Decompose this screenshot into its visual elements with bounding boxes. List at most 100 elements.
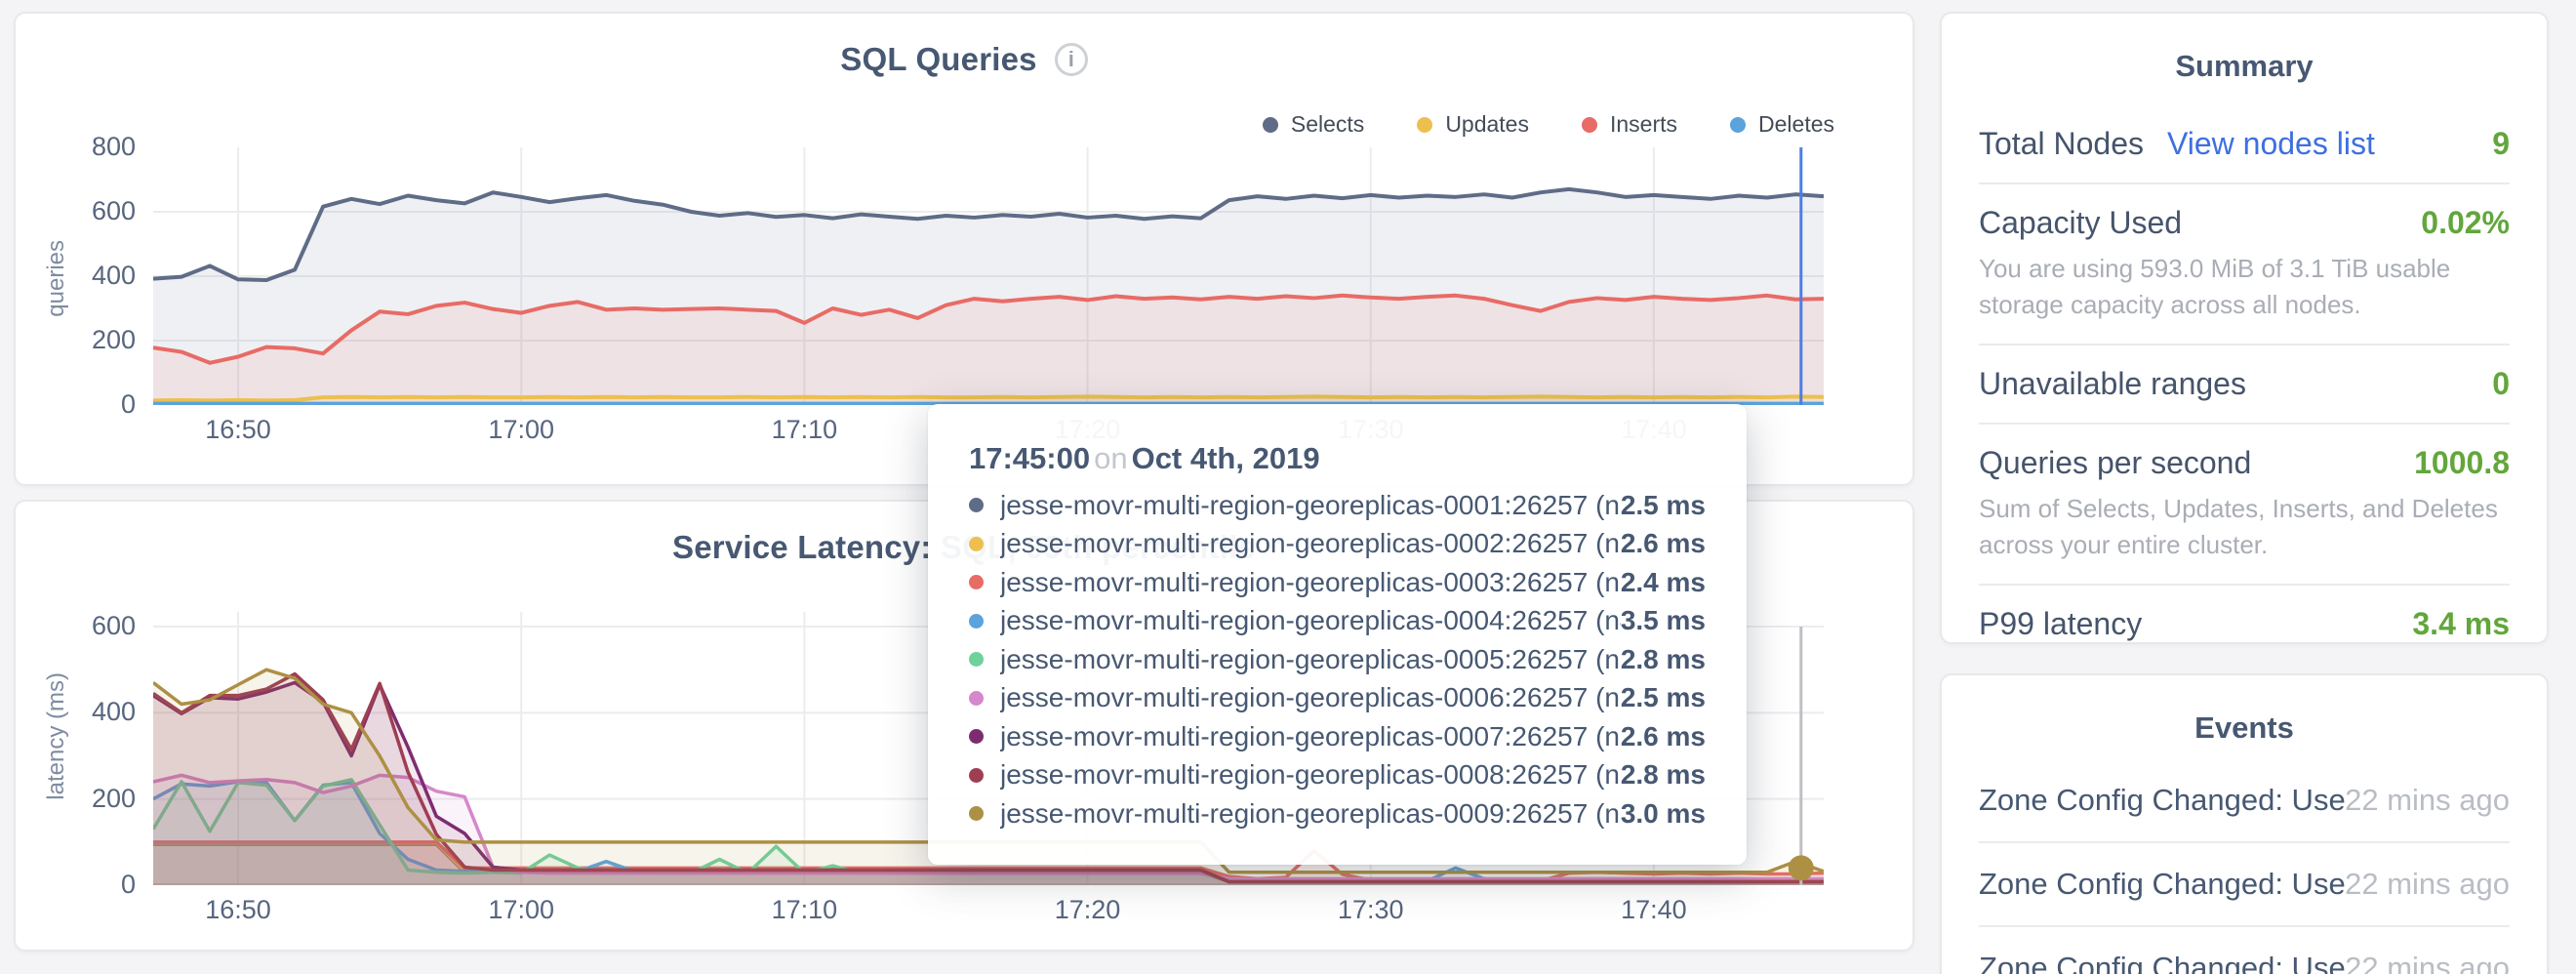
tooltip-node-row: jesse-movr-multi-region-georeplicas-0008… [969, 756, 1706, 795]
summary-row: Unavailable ranges 0 [1979, 345, 2510, 425]
summary-panel-title: Summary [1979, 49, 2510, 84]
tooltip-node-row: jesse-movr-multi-region-georeplicas-0002… [969, 525, 1706, 564]
summary-row: Queries per second 1000.8 Sum of Selects, … [1979, 425, 2510, 586]
x-tick-label: 17:30 [1317, 895, 1425, 925]
y-tick-label: 0 [38, 870, 136, 900]
event-rows: Zone Config Changed: User…22 mins agoZon… [1979, 759, 2510, 974]
x-tick-label: 17:40 [1600, 895, 1708, 925]
tooltip-node-row: jesse-movr-multi-region-georeplicas-0007… [969, 717, 1706, 756]
event-row[interactable]: Zone Config Changed: User…22 mins ago [1979, 843, 2510, 927]
node-name: jesse-movr-multi-region-georeplicas-0007… [1000, 721, 1621, 752]
legend-dot [1263, 117, 1278, 133]
node-latency-value: 2.5 ms [1621, 682, 1706, 713]
node-name: jesse-movr-multi-region-georeplicas-0003… [1000, 567, 1621, 598]
info-icon[interactable]: i [1055, 43, 1088, 76]
tooltip-node-row: jesse-movr-multi-region-georeplicas-0004… [969, 602, 1706, 641]
summary-row-subtext: Sum of Selects, Updates, Inserts, and De… [1979, 491, 2510, 563]
node-name: jesse-movr-multi-region-georeplicas-0001… [1000, 490, 1621, 521]
node-color-dot [969, 498, 984, 512]
events-panel-title: Events [1979, 710, 2510, 746]
legend-label: Deletes [1758, 111, 1834, 138]
sql-queries-title: SQL Queries [840, 41, 1037, 78]
legend-item-deletes[interactable]: Deletes [1730, 111, 1834, 138]
node-latency-value: 2.8 ms [1621, 644, 1706, 675]
tooltip-connector: on [1090, 441, 1131, 475]
node-latency-value: 2.5 ms [1621, 490, 1706, 521]
node-latency-value: 2.6 ms [1621, 721, 1706, 752]
summary-panel: Summary Total NodesView nodes list9Capac… [1940, 12, 2549, 644]
node-color-dot [969, 614, 984, 629]
event-text: Zone Config Changed: User… [1979, 867, 2345, 902]
summary-row: Capacity Used 0.02% You are using 593.0 Mi… [1979, 184, 2510, 345]
x-tick-label: 17:20 [1034, 895, 1142, 925]
tooltip-time: 17:45:00 [969, 441, 1090, 475]
event-text: Zone Config Changed: User… [1979, 783, 2345, 818]
tooltip-node-row: jesse-movr-multi-region-georeplicas-0005… [969, 640, 1706, 679]
y-tick-label: 600 [38, 611, 136, 641]
x-tick-label: 17:10 [750, 415, 858, 445]
tooltip-node-rows: jesse-movr-multi-region-georeplicas-0001… [969, 486, 1706, 833]
legend-dot [1730, 117, 1746, 133]
x-tick-label: 16:50 [184, 415, 292, 445]
legend-label: Selects [1291, 111, 1364, 138]
legend-label: Updates [1445, 111, 1529, 138]
summary-row: Total NodesView nodes list9 [1979, 105, 2510, 184]
events-panel: Events Zone Config Changed: User…22 mins… [1940, 673, 2549, 974]
event-row[interactable]: Zone Config Changed: User…22 mins ago [1979, 927, 2510, 974]
view-nodes-list-link[interactable]: View nodes list [2167, 126, 2375, 162]
tooltip-node-row: jesse-movr-multi-region-georeplicas-0009… [969, 794, 1706, 833]
y-tick-label: 200 [38, 784, 136, 814]
x-tick-label: 17:00 [467, 895, 575, 925]
node-color-dot [969, 768, 984, 783]
legend-item-selects[interactable]: Selects [1263, 111, 1364, 138]
node-color-dot [969, 652, 984, 667]
event-time: 22 mins ago [2345, 783, 2510, 818]
node-name: jesse-movr-multi-region-georeplicas-0009… [1000, 798, 1621, 830]
node-name: jesse-movr-multi-region-georeplicas-0004… [1000, 605, 1621, 636]
y-tick-label: 400 [38, 261, 136, 291]
summary-row-label: Capacity Used [1979, 205, 2182, 241]
summary-row-label: Queries per second [1979, 445, 2251, 481]
y-tick-label: 600 [38, 196, 136, 226]
node-color-dot [969, 537, 984, 551]
summary-rows: Total NodesView nodes list9Capacity Used… [1979, 105, 2510, 663]
node-latency-value: 3.5 ms [1621, 605, 1706, 636]
event-time: 22 mins ago [2345, 867, 2510, 902]
summary-row-value: 0.02% [2421, 205, 2510, 241]
legend-item-updates[interactable]: Updates [1417, 111, 1529, 138]
summary-row-subtext: You are using 593.0 MiB of 3.1 TiB usabl… [1979, 251, 2510, 323]
node-latency-value: 3.0 ms [1621, 798, 1706, 830]
y-tick-label: 400 [38, 697, 136, 727]
summary-row-value: 1000.8 [2414, 445, 2510, 481]
event-text: Zone Config Changed: User… [1979, 951, 2345, 974]
legend-item-inserts[interactable]: Inserts [1582, 111, 1677, 138]
y-tick-label: 0 [38, 389, 136, 420]
legend-dot [1417, 117, 1432, 133]
node-latency-value: 2.8 ms [1621, 759, 1706, 791]
summary-row-value: 0 [2492, 366, 2510, 402]
event-row[interactable]: Zone Config Changed: User…22 mins ago [1979, 759, 2510, 843]
x-tick-label: 17:10 [750, 895, 858, 925]
node-name: jesse-movr-multi-region-georeplicas-0002… [1000, 528, 1621, 559]
cluster-overview-page: SQL Queries i Selects Updates Inserts Delet… [0, 0, 2576, 974]
tooltip-node-row: jesse-movr-multi-region-georeplicas-0003… [969, 563, 1706, 602]
legend-dot [1582, 117, 1597, 133]
chart-tooltip: 17:45:00onOct 4th, 2019 jesse-movr-multi… [928, 404, 1747, 865]
legend-label: Inserts [1610, 111, 1677, 138]
sql-queries-title-row: SQL Queries i [16, 41, 1912, 78]
summary-row-label: Total Nodes [1979, 126, 2144, 162]
node-color-dot [969, 575, 984, 589]
y-axis-label: latency (ms) [43, 672, 70, 800]
tooltip-timestamp: 17:45:00onOct 4th, 2019 [969, 441, 1706, 476]
summary-row-label: Unavailable ranges [1979, 366, 2246, 402]
sql-queries-legend: Selects Updates Inserts Deletes [1263, 111, 1834, 138]
tooltip-node-row: jesse-movr-multi-region-georeplicas-0001… [969, 486, 1706, 525]
y-tick-label: 800 [38, 132, 136, 162]
sql-queries-chart[interactable] [153, 147, 1824, 405]
node-color-dot [969, 729, 984, 744]
tooltip-date: Oct 4th, 2019 [1132, 441, 1320, 475]
node-latency-value: 2.6 ms [1621, 528, 1706, 559]
summary-row-value: 3.4 ms [2412, 606, 2510, 642]
event-time: 22 mins ago [2345, 951, 2510, 974]
node-name: jesse-movr-multi-region-georeplicas-0008… [1000, 759, 1621, 791]
